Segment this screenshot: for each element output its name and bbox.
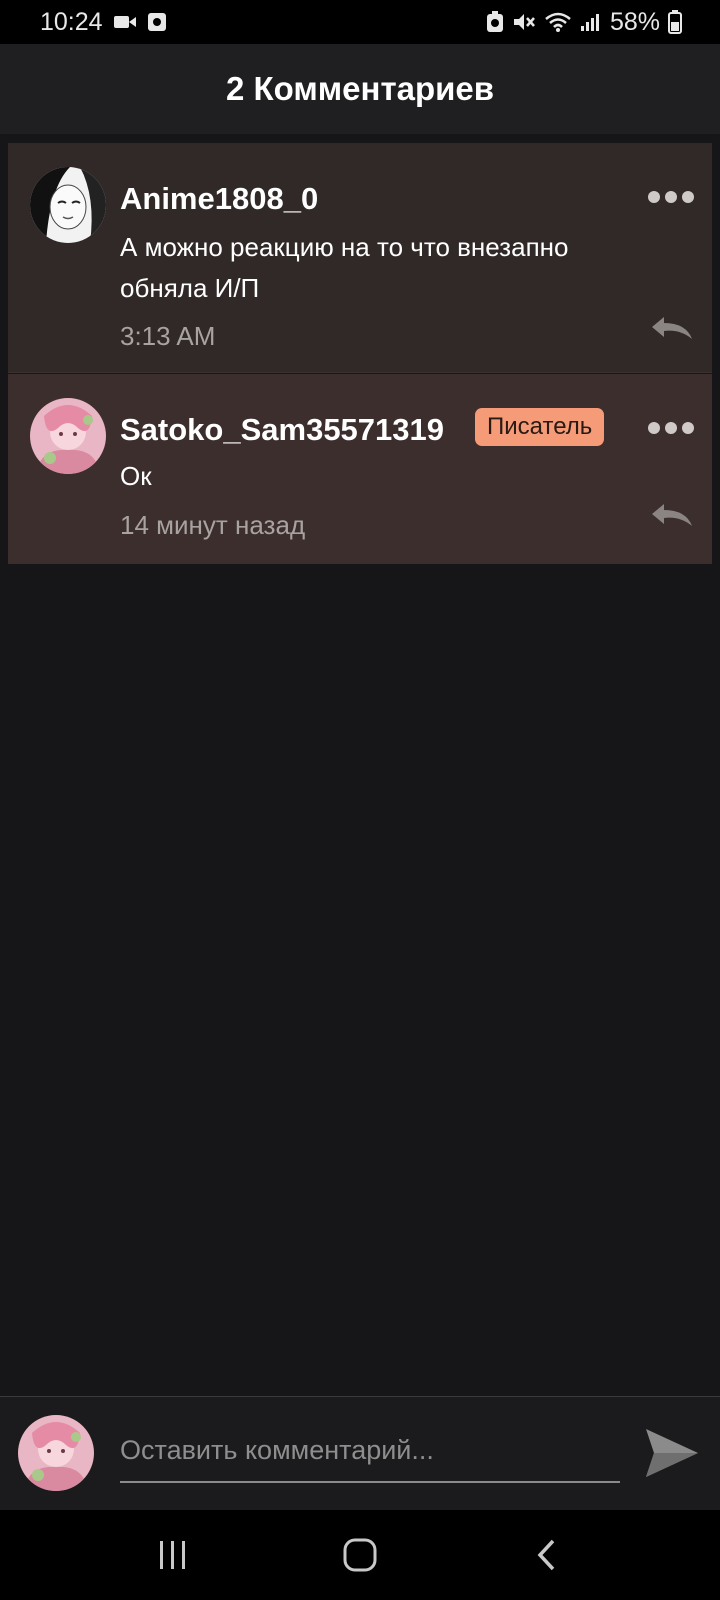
comment-composer (0, 1396, 720, 1510)
reply-icon (652, 504, 692, 526)
avatar[interactable] (30, 167, 106, 243)
status-time: 10:24 (40, 7, 103, 36)
comment-username[interactable]: Satoko_Sam35571319 (120, 412, 444, 448)
battery-icon (668, 10, 682, 34)
home-icon (343, 1538, 377, 1572)
comment-username[interactable]: Anime1808_0 (120, 181, 318, 217)
screen: 10:24 58% 2 Комментариев Anime1808_0 А м… (0, 0, 720, 1600)
comment-text: А можно реакцию на то что внезапно обнял… (120, 232, 569, 303)
signal-icon (580, 12, 602, 32)
more-dots-icon (648, 422, 660, 434)
mute-icon (512, 11, 536, 33)
avatar (18, 1415, 94, 1491)
comment-item[interactable]: Satoko_Sam35571319 Писатель Ок 14 минут … (8, 374, 712, 564)
wifi-icon (544, 11, 572, 33)
send-button[interactable] (644, 1427, 700, 1479)
screen-record-icon (147, 12, 167, 32)
battery-saver-icon (486, 11, 504, 33)
avatar[interactable] (30, 398, 106, 474)
back-icon (537, 1539, 554, 1571)
page-title: 2 Комментариев (225, 70, 495, 107)
reply-button[interactable] (650, 500, 694, 530)
writer-badge: Писатель (475, 408, 605, 446)
back-button[interactable] (517, 1530, 577, 1580)
recent-apps-icon (160, 1541, 186, 1569)
more-dots-icon (648, 191, 660, 203)
comment-timestamp: 14 минут назад (120, 510, 306, 540)
more-options-button[interactable] (648, 189, 694, 205)
recent-apps-button[interactable] (143, 1530, 203, 1580)
home-button[interactable] (330, 1530, 390, 1580)
comment-timestamp: 3:13 AM (120, 321, 216, 351)
video-icon (113, 13, 137, 31)
system-navbar (0, 1510, 720, 1600)
comment-text: Ок (120, 461, 152, 491)
reply-button[interactable] (650, 313, 694, 343)
comment-input[interactable] (120, 1419, 620, 1483)
header: 2 Комментариев (0, 44, 720, 134)
reply-icon (652, 317, 692, 339)
send-icon (646, 1429, 698, 1477)
battery-percent: 58% (609, 7, 660, 36)
status-bar: 10:24 58% (0, 0, 720, 44)
comment-item[interactable]: Anime1808_0 А можно реакцию на то что вн… (8, 143, 712, 373)
more-options-button[interactable] (648, 420, 694, 436)
